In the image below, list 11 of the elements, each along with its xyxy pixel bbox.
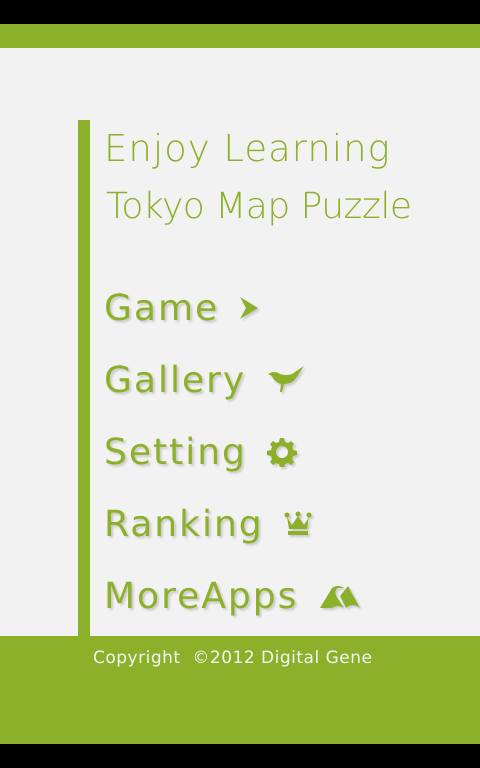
menu-item[interactable]: Ranking xyxy=(104,504,264,544)
copyright-text: Copyright ©2012 Digital Gene xyxy=(93,648,372,668)
gear-icon xyxy=(266,437,297,467)
crown-icon xyxy=(284,511,312,537)
menu-item[interactable]: Game xyxy=(104,288,220,328)
menu-item[interactable]: Setting xyxy=(104,432,247,472)
play-icon xyxy=(239,296,260,320)
app-title: Tokyo Map Puzzle xyxy=(106,185,412,229)
menu-item[interactable]: MoreApps xyxy=(104,576,298,616)
menu-item[interactable]: Gallery xyxy=(104,360,246,400)
app-title: Enjoy Learning xyxy=(104,126,391,172)
